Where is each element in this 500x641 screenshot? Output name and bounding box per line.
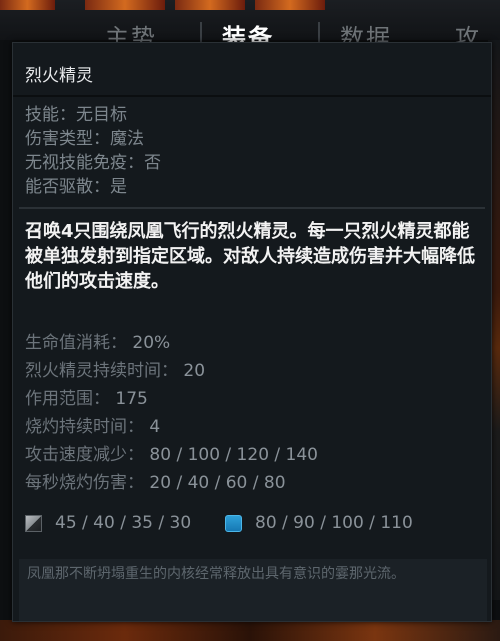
background-hero-thumbnail (0, 0, 55, 10)
stat-row: 作用范围： 175 (25, 385, 318, 413)
stat-value: 80 / 100 / 120 / 140 (149, 445, 318, 465)
stat-row: 攻击速度减少： 80 / 100 / 120 / 140 (25, 441, 318, 469)
stat-row: 烈火精灵持续时间： 20 (25, 357, 318, 385)
ability-description: 召唤4只围绕凤凰飞行的烈火精灵。每一只烈火精灵都能被单独发射到指定区域。对敌人持… (25, 221, 475, 292)
property-dispellable: 能否驱散：是 (25, 177, 127, 197)
stat-row: 烧灼持续时间： 4 (25, 413, 318, 441)
stat-label: 攻击速度减少： (25, 445, 144, 465)
background-bottom-strip (0, 620, 500, 641)
background-hero-thumbnail (175, 0, 245, 10)
lore-box: 凤凰那不断坍塌重生的内核经常释放出具有意识的霎那光流。 (19, 559, 487, 621)
ability-costs: 45 / 40 / 35 / 30 80 / 90 / 100 / 110 (25, 513, 481, 537)
stat-label: 烧灼持续时间： (25, 417, 144, 437)
stat-value: 20% (132, 333, 171, 353)
stat-label: 每秒烧灼伤害： (25, 473, 144, 493)
section-divider (19, 207, 485, 209)
title-divider (13, 95, 491, 97)
property-pierces-immunity: 无视技能免疫：否 (25, 153, 161, 173)
stat-row: 每秒烧灼伤害： 20 / 40 / 60 / 80 (25, 469, 318, 497)
ability-tooltip: 烈火精灵 技能：无目标 伤害类型：魔法 无视技能免疫：否 能否驱散：是 召唤4只… (12, 42, 492, 622)
mana-icon (225, 515, 242, 532)
stat-label: 烈火精灵持续时间： (25, 361, 178, 381)
ability-stats: 生命值消耗： 20% 烈火精灵持续时间： 20 作用范围： 175 烧灼持续时间… (25, 329, 318, 497)
stat-value: 20 / 40 / 60 / 80 (149, 473, 286, 493)
stat-value: 175 (115, 389, 148, 409)
stat-label: 作用范围： (25, 389, 110, 409)
background-hero-thumbnail (85, 0, 165, 10)
mana-cost-value: 80 / 90 / 100 / 110 (255, 513, 413, 533)
property-damage-type: 伤害类型：魔法 (25, 129, 144, 149)
background-tab-separator (318, 22, 320, 42)
lore-text: 凤凰那不断坍塌重生的内核经常释放出具有意识的霎那光流。 (27, 566, 405, 582)
background-tab-separator (200, 22, 202, 42)
property-ability-type: 技能：无目标 (25, 105, 127, 125)
stat-label: 生命值消耗： (25, 333, 127, 353)
background-hero-thumbnail (255, 0, 325, 10)
ability-properties: 技能：无目标 伤害类型：魔法 无视技能免疫：否 能否驱散：是 (25, 103, 161, 199)
ability-title: 烈火精灵 (25, 66, 93, 86)
cooldown-value: 45 / 40 / 35 / 30 (55, 513, 192, 533)
stat-value: 20 (183, 361, 206, 381)
cooldown-icon (25, 515, 42, 532)
stat-row: 生命值消耗： 20% (25, 329, 318, 357)
stat-value: 4 (149, 417, 161, 437)
